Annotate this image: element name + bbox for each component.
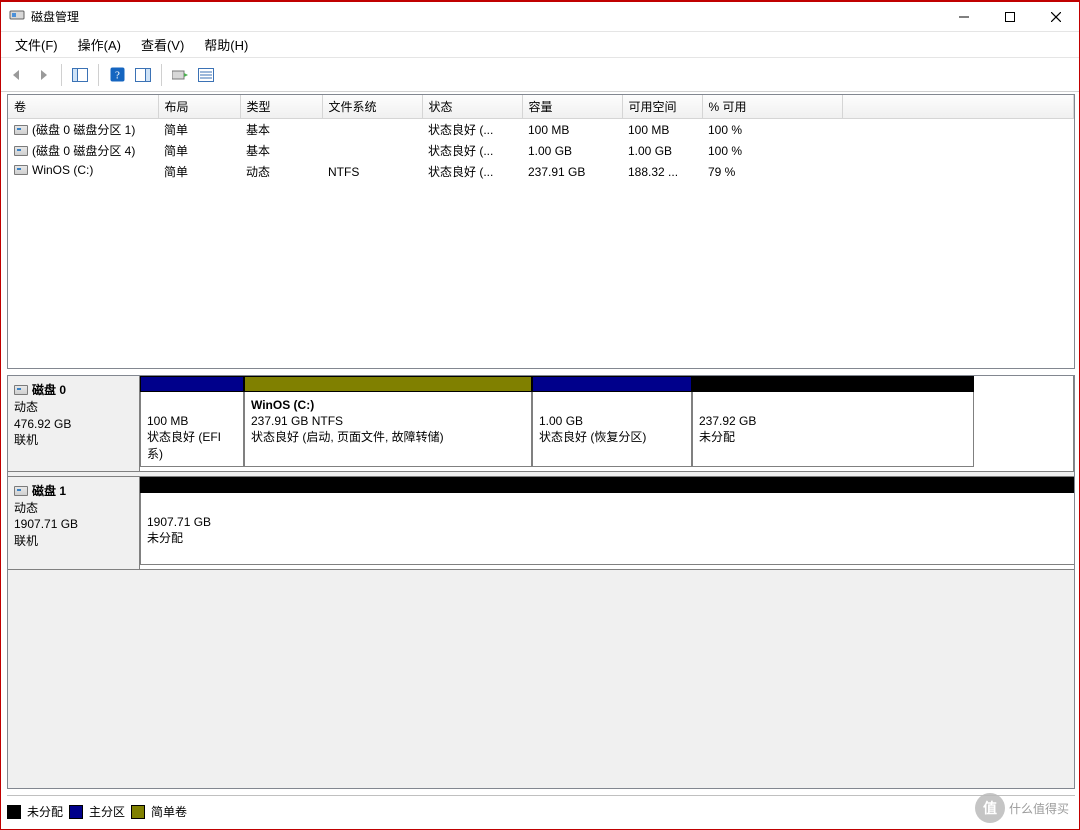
list-view-button[interactable] xyxy=(194,63,218,87)
titlebar: 磁盘管理 xyxy=(1,2,1079,32)
cell-free: 188.32 ... xyxy=(622,161,702,182)
legend: 未分配 主分区 简单卷 xyxy=(7,795,1075,823)
cell-free: 1.00 GB xyxy=(622,140,702,161)
drive-icon xyxy=(14,146,28,156)
column-headers[interactable]: 卷 布局 类型 文件系统 状态 容量 可用空间 % 可用 xyxy=(8,95,1074,119)
col-capacity[interactable]: 容量 xyxy=(522,95,622,119)
cell-capacity: 237.91 GB xyxy=(522,161,622,182)
app-icon xyxy=(9,7,25,26)
disk-icon xyxy=(14,385,28,395)
disk-partitions: 1907.71 GB未分配 xyxy=(140,477,1075,569)
legend-label-simple: 简单卷 xyxy=(151,803,187,820)
col-layout[interactable]: 布局 xyxy=(158,95,240,119)
disk-header[interactable]: 磁盘 0动态476.92 GB联机 xyxy=(8,376,140,471)
menu-view[interactable]: 查看(V) xyxy=(131,32,194,57)
menubar: 文件(F) 操作(A) 查看(V) 帮助(H) xyxy=(1,32,1079,58)
col-status[interactable]: 状态 xyxy=(422,95,522,119)
disk-header[interactable]: 磁盘 1动态1907.71 GB联机 xyxy=(8,477,140,569)
cell-capacity: 100 MB xyxy=(522,119,622,141)
watermark: 值 什么值得买 xyxy=(975,793,1069,823)
action-button[interactable] xyxy=(168,63,192,87)
cell-percent: 79 % xyxy=(702,161,842,182)
disk-icon xyxy=(14,486,28,496)
watermark-text: 什么值得买 xyxy=(1009,800,1069,817)
toolbar-separator xyxy=(161,64,162,86)
table-row[interactable]: WinOS (C:)简单动态NTFS状态良好 (...237.91 GB188.… xyxy=(8,161,1074,182)
volume-list[interactable]: 卷 布局 类型 文件系统 状态 容量 可用空间 % 可用 (磁盘 0 磁盘分区 … xyxy=(7,94,1075,369)
cell-layout: 简单 xyxy=(158,161,240,182)
menu-file[interactable]: 文件(F) xyxy=(5,32,68,57)
cell-layout: 简单 xyxy=(158,140,240,161)
cell-percent: 100 % xyxy=(702,119,842,141)
partition[interactable]: 237.92 GB未分配 xyxy=(692,376,974,467)
cell-volume: (磁盘 0 磁盘分区 4) xyxy=(8,140,158,161)
cell-type: 基本 xyxy=(240,140,322,161)
legend-swatch-unallocated xyxy=(7,805,21,819)
drive-icon xyxy=(14,165,28,175)
toolbar-separator xyxy=(61,64,62,86)
col-free[interactable]: 可用空间 xyxy=(622,95,702,119)
cell-capacity: 1.00 GB xyxy=(522,140,622,161)
cell-type: 动态 xyxy=(240,161,322,182)
toolbar-separator xyxy=(98,64,99,86)
menu-action[interactable]: 操作(A) xyxy=(68,32,131,57)
legend-swatch-simple xyxy=(131,805,145,819)
detail-pane-button[interactable] xyxy=(131,63,155,87)
cell-layout: 简单 xyxy=(158,119,240,141)
cell-percent: 100 % xyxy=(702,140,842,161)
drive-icon xyxy=(14,125,28,135)
help-button[interactable]: ? xyxy=(105,63,129,87)
cell-type: 基本 xyxy=(240,119,322,141)
col-volume[interactable]: 卷 xyxy=(8,95,158,119)
window-controls xyxy=(941,2,1079,32)
back-button[interactable] xyxy=(5,63,29,87)
legend-label-primary: 主分区 xyxy=(89,803,125,820)
disk-row[interactable]: 磁盘 1动态1907.71 GB联机 1907.71 GB未分配 xyxy=(7,476,1074,570)
partition[interactable]: 100 MB状态良好 (EFI 系) xyxy=(140,376,244,467)
col-percent[interactable]: % 可用 xyxy=(702,95,842,119)
watermark-icon: 值 xyxy=(975,793,1005,823)
table-row[interactable]: (磁盘 0 磁盘分区 4)简单基本状态良好 (...1.00 GB1.00 GB… xyxy=(8,140,1074,161)
toolbar: ? xyxy=(1,58,1079,92)
close-button[interactable] xyxy=(1033,2,1079,32)
partition-stripe xyxy=(140,376,244,392)
cell-volume: (磁盘 0 磁盘分区 1) xyxy=(8,119,158,140)
maximize-button[interactable] xyxy=(987,2,1033,32)
cell-fs xyxy=(322,119,422,141)
cell-status: 状态良好 (... xyxy=(422,140,522,161)
cell-fs xyxy=(322,140,422,161)
disk-row[interactable]: 磁盘 0动态476.92 GB联机 100 MB状态良好 (EFI 系)WinO… xyxy=(7,375,1074,472)
col-fs[interactable]: 文件系统 xyxy=(322,95,422,119)
disk-partitions: 100 MB状态良好 (EFI 系)WinOS (C:)237.91 GB NT… xyxy=(140,376,1073,471)
menu-help[interactable]: 帮助(H) xyxy=(194,32,258,57)
legend-label-unallocated: 未分配 xyxy=(27,803,63,820)
partition-stripe xyxy=(244,376,532,392)
cell-volume: WinOS (C:) xyxy=(8,161,158,179)
partition[interactable]: 1.00 GB状态良好 (恢复分区) xyxy=(532,376,692,467)
show-console-tree-button[interactable] xyxy=(68,63,92,87)
cell-status: 状态良好 (... xyxy=(422,161,522,182)
minimize-button[interactable] xyxy=(941,2,987,32)
legend-swatch-primary xyxy=(69,805,83,819)
partition[interactable]: 1907.71 GB未分配 xyxy=(140,477,1075,565)
svg-text:?: ? xyxy=(115,70,120,82)
partition-stripe xyxy=(140,477,1075,493)
col-spacer xyxy=(842,95,1074,119)
partition-stripe xyxy=(692,376,974,392)
partition-stripe xyxy=(532,376,692,392)
window-title: 磁盘管理 xyxy=(31,8,941,25)
forward-button[interactable] xyxy=(31,63,55,87)
partition[interactable]: WinOS (C:)237.91 GB NTFS状态良好 (启动, 页面文件, … xyxy=(244,376,532,467)
cell-free: 100 MB xyxy=(622,119,702,141)
cell-fs: NTFS xyxy=(322,161,422,182)
cell-status: 状态良好 (... xyxy=(422,119,522,141)
disk-map[interactable]: 磁盘 0动态476.92 GB联机 100 MB状态良好 (EFI 系)WinO… xyxy=(7,375,1075,789)
col-type[interactable]: 类型 xyxy=(240,95,322,119)
table-row[interactable]: (磁盘 0 磁盘分区 1)简单基本状态良好 (...100 MB100 MB10… xyxy=(8,119,1074,141)
